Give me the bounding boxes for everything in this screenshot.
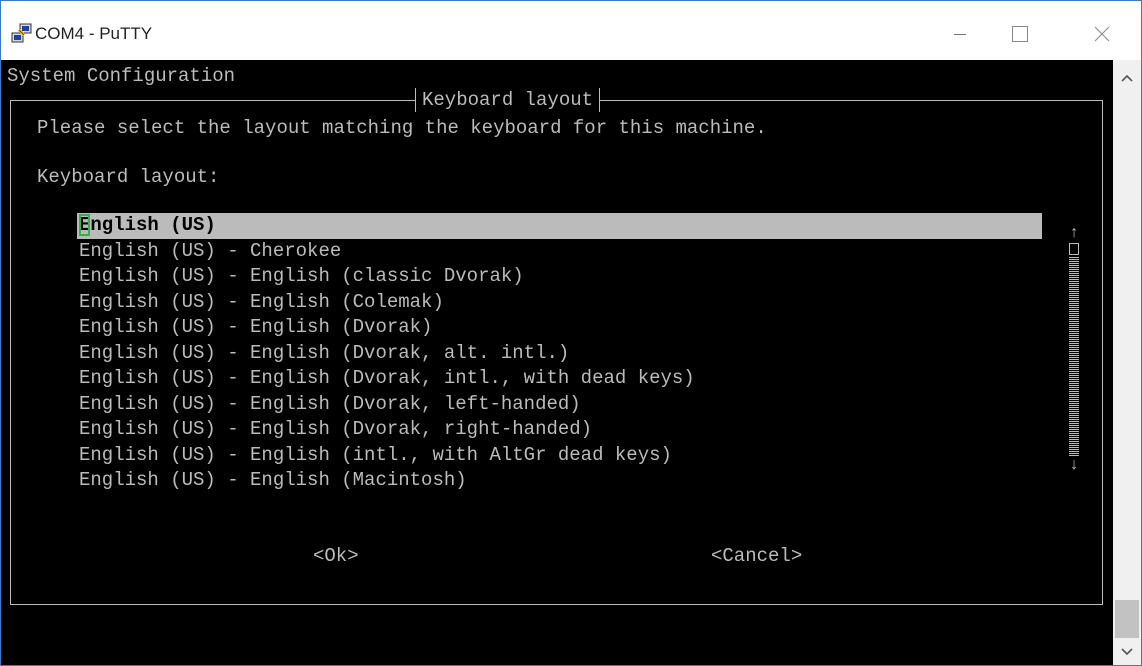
- list-item[interactable]: English (US) - English (classic Dvorak): [77, 264, 1042, 290]
- title-bar[interactable]: COM4 - PuTTY: [1, 1, 1141, 60]
- chevron-up-icon: [1121, 69, 1133, 87]
- list-item[interactable]: English (US) - English (Dvorak, right-ha…: [77, 417, 1042, 443]
- maximize-button[interactable]: [997, 15, 1043, 53]
- ok-button[interactable]: <Ok>: [313, 544, 359, 568]
- layout-list[interactable]: English (US) English (US) - Cherokee Eng…: [77, 213, 1042, 494]
- list-item[interactable]: English (US) - Cherokee: [77, 239, 1042, 265]
- screen-title: System Configuration: [7, 65, 236, 87]
- list-label: Keyboard layout:: [37, 166, 220, 188]
- list-scroll-indicator: ↑ ↓: [1067, 225, 1081, 495]
- chevron-down-icon: [1121, 643, 1133, 661]
- minimize-button[interactable]: [937, 15, 983, 53]
- list-scroll-thumb: [1069, 243, 1079, 255]
- list-scroll-track: [1069, 257, 1079, 457]
- close-button[interactable]: [1079, 15, 1125, 53]
- window-scrollbar[interactable]: [1113, 60, 1141, 665]
- scroll-down-arrow-icon: ↓: [1069, 456, 1079, 474]
- minimize-icon: [954, 28, 966, 40]
- putty-window: COM4 - PuTTY System Configuration Keyboa…: [0, 0, 1142, 666]
- maximize-icon: [1012, 26, 1028, 42]
- list-item[interactable]: English (US) - English (Macintosh): [77, 468, 1042, 494]
- scrollbar-thumb[interactable]: [1115, 600, 1139, 638]
- scrollbar-down-button[interactable]: [1113, 638, 1141, 665]
- terminal-screen[interactable]: System Configuration Keyboard layout Ple…: [1, 60, 1113, 665]
- list-item[interactable]: English (US) - English (Dvorak, alt. int…: [77, 341, 1042, 367]
- scroll-up-arrow-icon: ↑: [1069, 224, 1079, 242]
- cancel-button[interactable]: <Cancel>: [711, 544, 802, 568]
- list-item[interactable]: English (US) - English (intl., with AltG…: [77, 443, 1042, 469]
- close-icon: [1094, 26, 1110, 42]
- selected-item-rest: nglish (US): [90, 214, 216, 236]
- list-item[interactable]: English (US): [77, 213, 1042, 239]
- list-item[interactable]: English (US) - English (Dvorak, left-han…: [77, 392, 1042, 418]
- window-title: COM4 - PuTTY: [35, 24, 153, 43]
- list-item[interactable]: English (US) - English (Dvorak, intl., w…: [77, 366, 1042, 392]
- dialog-title: Keyboard layout: [415, 88, 601, 112]
- list-item[interactable]: English (US) - English (Colemak): [77, 290, 1042, 316]
- text-cursor: E: [79, 214, 91, 236]
- list-item[interactable]: English (US) - English (Dvorak): [77, 315, 1042, 341]
- putty-icon[interactable]: [11, 23, 33, 45]
- scrollbar-up-button[interactable]: [1113, 64, 1141, 92]
- dialog-prompt: Please select the layout matching the ke…: [37, 117, 767, 139]
